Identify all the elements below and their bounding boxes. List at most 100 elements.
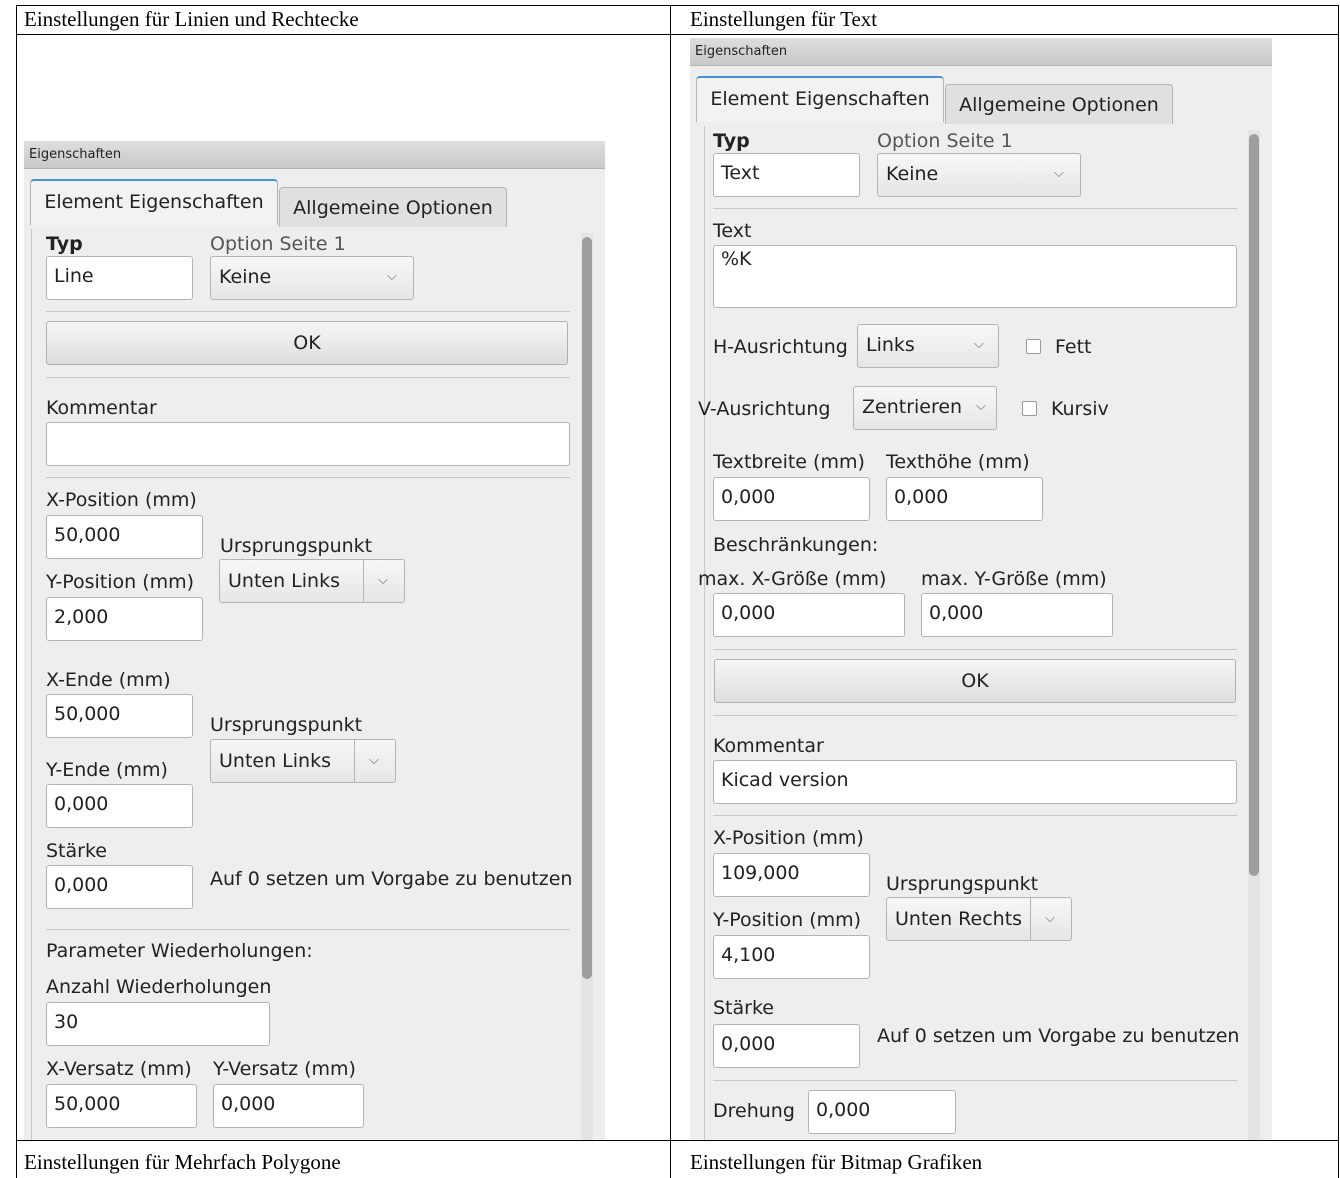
left-yoffset-field[interactable]: 0,000 bbox=[213, 1084, 364, 1128]
left-comment-label: Kommentar bbox=[46, 397, 157, 419]
right-maxy-label: max. Y-Größe (mm) bbox=[921, 568, 1107, 590]
right-scrollbar-thumb[interactable] bbox=[1249, 134, 1259, 876]
right-halign-label: H-Ausrichtung bbox=[713, 336, 848, 358]
left-tab-strip: Element Eigenschaften Allgemeine Optione… bbox=[24, 169, 605, 229]
left-window-title: Eigenschaften bbox=[24, 141, 605, 169]
right-width-field[interactable]: 0,000 bbox=[713, 1024, 860, 1068]
chevron-down-icon: ⌵ bbox=[1045, 911, 1055, 926]
left-tab-element-properties[interactable]: Element Eigenschaften bbox=[30, 179, 278, 225]
table-border-right bbox=[1338, 5, 1339, 1178]
chevron-down-icon: ⌵ bbox=[369, 753, 379, 768]
left-yend-field[interactable]: 0,000 bbox=[46, 784, 193, 828]
chevron-down-icon: ⌵ bbox=[378, 573, 388, 588]
left-tab-general-options[interactable]: Allgemeine Optionen bbox=[279, 187, 507, 227]
left-ypos-field[interactable]: 2,000 bbox=[46, 597, 203, 641]
header-right-caption: Einstellungen für Text bbox=[690, 7, 878, 31]
left-origin2-label: Ursprungspunkt bbox=[210, 714, 363, 736]
right-tab-element-properties[interactable]: Element Eigenschaften bbox=[696, 76, 944, 122]
right-valign-select-value: Zentrieren bbox=[862, 396, 963, 418]
right-origin-label: Ursprungspunkt bbox=[886, 873, 1039, 895]
footer-left-caption: Einstellungen für Mehrfach Polygone bbox=[24, 1150, 341, 1174]
left-ok-button[interactable]: OK bbox=[46, 321, 568, 365]
left-repeat-header: Parameter Wiederholungen: bbox=[46, 940, 313, 962]
right-maxx-field[interactable]: 0,000 bbox=[713, 593, 905, 637]
right-italic-label: Kursiv bbox=[1051, 398, 1109, 420]
left-xend-label: X-Ende (mm) bbox=[46, 669, 171, 691]
chevron-down-icon: ⌵ bbox=[1054, 166, 1064, 181]
chevron-down-icon: ⌵ bbox=[976, 399, 986, 414]
left-yend-label: Y-Ende (mm) bbox=[46, 759, 168, 781]
footer-right-caption: Einstellungen für Bitmap Grafiken bbox=[690, 1150, 983, 1174]
right-origin-select-value: Unten Rechts bbox=[895, 908, 1023, 930]
right-italic-checkbox[interactable] bbox=[1022, 401, 1037, 416]
left-comment-field[interactable] bbox=[46, 422, 570, 466]
right-window-title: Eigenschaften bbox=[690, 38, 1272, 66]
right-textheight-field[interactable]: 0,000 bbox=[886, 477, 1043, 521]
header-left-caption: Einstellungen für Linien und Rechtecke bbox=[24, 7, 359, 31]
right-text-area[interactable]: %K bbox=[713, 245, 1237, 308]
left-xpos-field[interactable]: 50,000 bbox=[46, 515, 203, 559]
left-origin-select-value: Unten Links bbox=[228, 570, 340, 592]
right-halign-select[interactable]: Links ⌵ bbox=[857, 324, 999, 368]
right-rotation-label: Drehung bbox=[713, 1100, 795, 1122]
right-ypos-field[interactable]: 4,100 bbox=[713, 935, 870, 979]
left-scrollbar-thumb[interactable] bbox=[582, 237, 592, 979]
right-ok-button[interactable]: OK bbox=[714, 659, 1236, 703]
right-option-label: Option Seite 1 bbox=[877, 130, 1013, 152]
right-comment-label: Kommentar bbox=[713, 735, 824, 757]
table-border-left bbox=[16, 5, 17, 1178]
right-tab-general-options[interactable]: Allgemeine Optionen bbox=[945, 84, 1173, 124]
right-maxx-label: max. X-Größe (mm) bbox=[698, 568, 887, 590]
left-origin-select[interactable]: Unten Links ⌵ bbox=[219, 559, 405, 603]
left-xoffset-label: X-Versatz (mm) bbox=[46, 1058, 192, 1080]
left-ypos-label: Y-Position (mm) bbox=[46, 571, 195, 593]
table-border-middle bbox=[670, 5, 671, 1178]
left-yoffset-label: Y-Versatz (mm) bbox=[213, 1058, 356, 1080]
right-text-label: Text bbox=[713, 220, 752, 242]
left-repeat-count-field[interactable]: 30 bbox=[46, 1002, 270, 1046]
left-xoffset-field[interactable]: 50,000 bbox=[46, 1084, 197, 1128]
right-textheight-label: Texthöhe (mm) bbox=[886, 451, 1030, 473]
left-repeat-count-label: Anzahl Wiederholungen bbox=[46, 976, 272, 998]
left-option-select[interactable]: Keine ⌵ bbox=[210, 256, 414, 300]
table-border-footer bbox=[16, 1140, 1338, 1141]
left-properties-panel: Eigenschaften Element Eigenschaften Allg… bbox=[24, 141, 605, 1140]
right-limits-label: Beschränkungen: bbox=[713, 534, 879, 556]
left-option-label: Option Seite 1 bbox=[210, 233, 346, 255]
right-properties-panel: Eigenschaften Element Eigenschaften Allg… bbox=[690, 38, 1272, 1140]
table-border-header bbox=[16, 34, 1338, 35]
right-bold-label: Fett bbox=[1055, 336, 1092, 358]
chevron-down-icon: ⌵ bbox=[974, 337, 984, 352]
right-textwidth-label: Textbreite (mm) bbox=[713, 451, 865, 473]
left-typ-field[interactable]: Line bbox=[46, 256, 193, 300]
table-border-top bbox=[16, 5, 1338, 6]
left-origin-label: Ursprungspunkt bbox=[220, 535, 373, 557]
right-tab-strip: Element Eigenschaften Allgemeine Optione… bbox=[690, 66, 1272, 126]
right-xpos-field[interactable]: 109,000 bbox=[713, 853, 870, 897]
left-origin2-select[interactable]: Unten Links ⌵ bbox=[210, 739, 396, 783]
left-xend-field[interactable]: 50,000 bbox=[46, 694, 193, 738]
right-scrollbar[interactable] bbox=[1248, 130, 1260, 1140]
right-rotation-field[interactable]: 0,000 bbox=[808, 1090, 956, 1134]
left-option-select-value: Keine bbox=[219, 266, 272, 288]
right-xpos-label: X-Position (mm) bbox=[713, 827, 864, 849]
right-option-select-value: Keine bbox=[886, 163, 939, 185]
right-typ-label: Typ bbox=[713, 130, 750, 152]
right-textwidth-field[interactable]: 0,000 bbox=[713, 477, 870, 521]
right-ypos-label: Y-Position (mm) bbox=[713, 909, 862, 931]
right-halign-select-value: Links bbox=[866, 334, 915, 356]
left-xpos-label: X-Position (mm) bbox=[46, 489, 197, 511]
right-maxy-field[interactable]: 0,000 bbox=[921, 593, 1113, 637]
right-comment-field[interactable]: Kicad version bbox=[713, 760, 1237, 804]
right-width-hint: Auf 0 setzen um Vorgabe zu benutzen bbox=[877, 1025, 1240, 1047]
left-origin2-select-value: Unten Links bbox=[219, 750, 331, 772]
right-width-label: Stärke bbox=[713, 997, 774, 1019]
left-scrollbar[interactable] bbox=[581, 233, 593, 1140]
right-typ-field[interactable]: Text bbox=[713, 153, 860, 197]
right-option-select[interactable]: Keine ⌵ bbox=[877, 153, 1081, 197]
left-width-field[interactable]: 0,000 bbox=[46, 865, 193, 909]
right-origin-select[interactable]: Unten Rechts ⌵ bbox=[886, 897, 1072, 941]
right-bold-checkbox[interactable] bbox=[1026, 339, 1041, 354]
chevron-down-icon: ⌵ bbox=[387, 269, 397, 284]
right-valign-select[interactable]: Zentrieren ⌵ bbox=[853, 386, 997, 430]
